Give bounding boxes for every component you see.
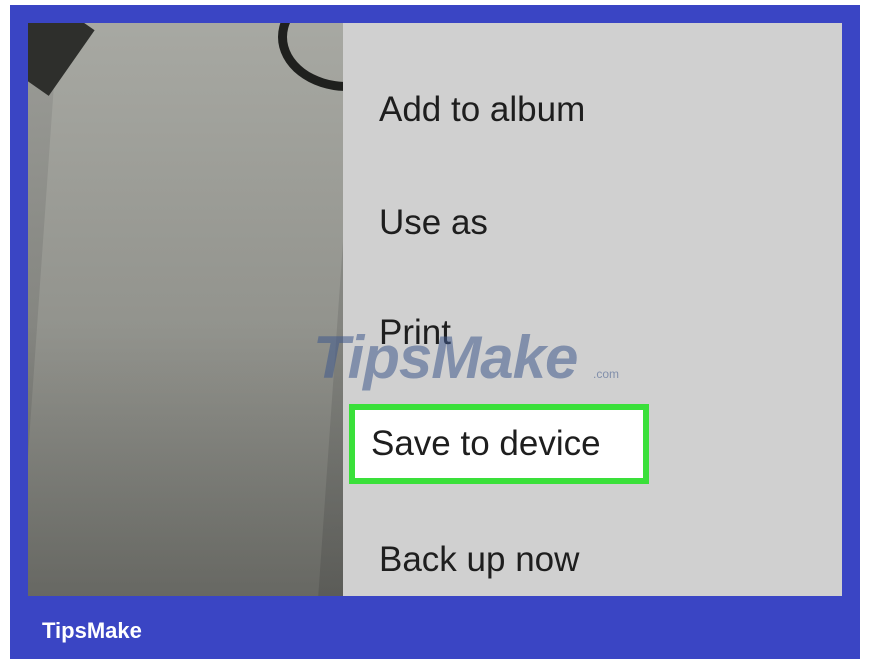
menu-item-label: Save to device bbox=[371, 424, 601, 463]
menu-item-add-to-album[interactable]: Add to album bbox=[343, 70, 842, 150]
menu-item-use-as[interactable]: Use as bbox=[343, 183, 842, 263]
menu-item-label: Add to album bbox=[379, 90, 586, 129]
overflow-menu: Add to album Use as Print Back up now bbox=[343, 23, 842, 596]
menu-item-label: Print bbox=[379, 313, 451, 352]
brand-logo: TipsMake bbox=[42, 618, 142, 643]
photo-preview bbox=[28, 23, 343, 596]
instruction-frame: Add to album Use as Print Back up now Sa… bbox=[10, 5, 860, 659]
menu-item-save-to-device[interactable]: Save to device bbox=[349, 404, 649, 484]
menu-item-back-up-now[interactable]: Back up now bbox=[343, 520, 842, 596]
photo-shade bbox=[28, 323, 343, 596]
menu-item-print[interactable]: Print bbox=[343, 293, 842, 373]
phone-screen: Add to album Use as Print Back up now Sa… bbox=[28, 23, 842, 596]
menu-item-label: Back up now bbox=[379, 540, 580, 579]
menu-item-label: Use as bbox=[379, 203, 488, 242]
